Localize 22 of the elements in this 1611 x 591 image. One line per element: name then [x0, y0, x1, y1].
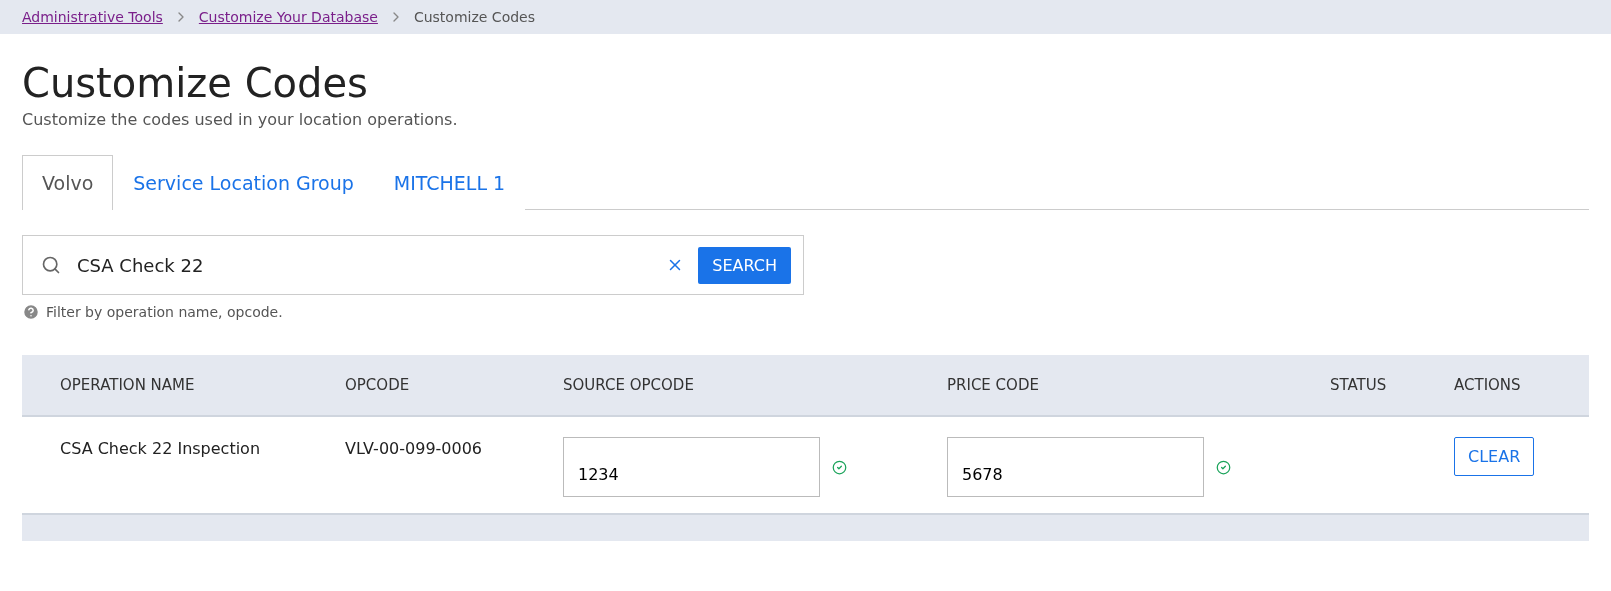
clear-button[interactable]: CLEAR — [1454, 437, 1535, 476]
table-cell-text: VLV-00-099-0006 — [345, 438, 484, 460]
breadcrumb-current: Customize Codes — [413, 9, 535, 25]
search-field[interactable]: CSA Check 22 SEARCH — [22, 235, 804, 295]
hint-text: Filter by operation name, opcode. — [46, 304, 283, 320]
column-header: STATUS — [1330, 376, 1388, 394]
help-icon — [22, 303, 40, 321]
code-field[interactable]: 5678 — [947, 437, 1204, 497]
column-header: SOURCE OPCODE — [563, 376, 695, 394]
breadcrumb-link[interactable]: Administrative Tools — [22, 9, 163, 25]
tab[interactable]: Volvo — [22, 155, 114, 210]
page-subtitle: Customize the codes used in your location operations. — [22, 110, 459, 129]
table-cell-text: CSA Check 22 Inspection — [60, 438, 262, 460]
code-field[interactable]: 1234 — [563, 437, 820, 497]
search-button[interactable]: SEARCH — [698, 246, 791, 284]
page-title: Customize Codes — [22, 60, 369, 106]
column-header: ACTIONS — [1454, 376, 1522, 394]
search-icon — [41, 255, 61, 275]
column-header: PRICE CODE — [947, 376, 1040, 394]
breadcrumb-link[interactable]: Customize Your Database — [198, 9, 378, 25]
column-header: OPERATION NAME — [60, 376, 196, 394]
column-header: OPCODE — [345, 376, 411, 394]
